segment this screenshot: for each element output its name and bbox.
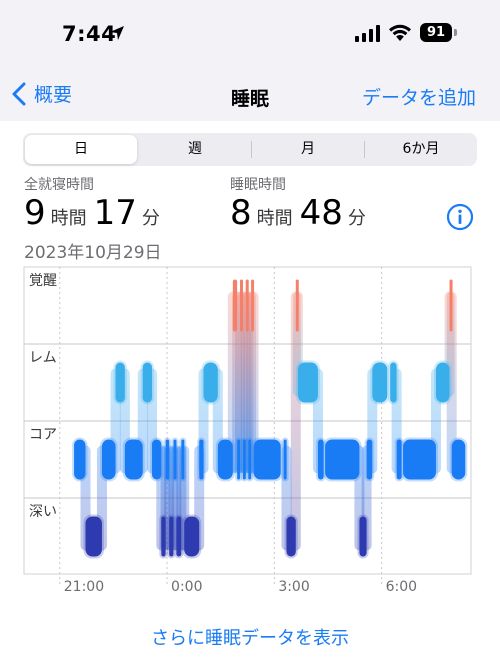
sleep-stage-bar [232, 279, 238, 332]
in-bed-value: 9 時間 17 分 [24, 193, 167, 233]
segment-day[interactable]: 日 [25, 135, 137, 164]
sleep-stage-bar [101, 439, 116, 480]
sleep-stage-bar [295, 279, 299, 332]
in-bed-label: 全就寝時間 [24, 177, 94, 193]
x-tick-label: 0:00 [171, 579, 202, 595]
sleep-stage-bar [317, 439, 324, 480]
sleep-stage-bar [390, 362, 397, 403]
sleep-stage-bar [396, 439, 402, 480]
sleep-stage-bar [242, 439, 246, 480]
sleep-stage-bar [199, 439, 204, 480]
sleep-stage-bar [283, 439, 287, 480]
wifi-icon [389, 24, 411, 41]
location-arrow-icon [110, 26, 124, 40]
in-bed-minutes-unit: 分 [141, 208, 160, 229]
asleep-value: 8 時間 48 分 [230, 193, 373, 233]
sleep-stage-chart: 21:00 0:00 3:00 6:00 覚醒レムコア深い [0, 262, 500, 602]
x-tick-label: 6:00 [386, 579, 417, 595]
cellular-signal-icon [355, 25, 380, 42]
asleep-hours: 8 [230, 193, 252, 233]
asleep-label: 睡眠時間 [230, 177, 286, 193]
sleep-stage-bar [359, 516, 367, 557]
sleep-stage-bar [176, 516, 182, 557]
chart-date: 2023年10月29日 [24, 243, 162, 263]
sleep-stage-bar [372, 362, 388, 403]
sleep-stage-bar [435, 362, 450, 403]
battery-icon: 91 [420, 23, 452, 42]
sleep-stage-bar [152, 439, 162, 480]
sleep-stage-bar [237, 439, 241, 480]
asleep-minutes: 48 [299, 193, 343, 233]
battery-level: 91 [426, 25, 446, 40]
sleep-stage-bar [203, 362, 218, 403]
sleep-stage-bar [184, 516, 200, 557]
sleep-stage-bar [248, 439, 252, 480]
sleep-stage-bar [366, 439, 373, 480]
asleep-hours-unit: 時間 [256, 208, 293, 229]
sleep-stage-bar [325, 439, 360, 480]
segment-month[interactable]: 月 [252, 133, 364, 166]
in-bed-hours-unit: 時間 [50, 208, 87, 229]
sleep-stage-bar [451, 439, 466, 480]
sleep-stage-bar [74, 439, 86, 480]
sleep-stage-bar [165, 439, 170, 480]
sleep-stage-bar [286, 516, 296, 557]
sleep-stage-bar [297, 362, 318, 403]
stage-label: 覚醒 [29, 273, 57, 289]
sleep-stage-bar [124, 439, 143, 480]
sleep-stage-bar [142, 362, 153, 403]
battery-tip [454, 29, 457, 36]
sleep-stage-bar [403, 439, 436, 480]
sleep-stage-bar [161, 516, 166, 557]
stage-label: コア [29, 427, 57, 443]
show-more-sleep-data-link[interactable]: さらに睡眠データを表示 [0, 624, 500, 650]
sleep-stage-chart-svg: 21:00 0:00 3:00 6:00 覚醒レムコア深い [23, 266, 472, 595]
in-bed-hours: 9 [24, 193, 46, 233]
x-tick-label: 21:00 [64, 579, 104, 595]
add-data-button[interactable]: データを追加 [362, 83, 476, 110]
stage-label: 深い [29, 504, 57, 520]
sleep-stage-bar [181, 439, 185, 480]
in-bed-minutes: 17 [93, 193, 137, 233]
sleep-stage-bar [245, 279, 249, 332]
segment-6-months[interactable]: 6か月 [365, 133, 477, 166]
sleep-stage-bar [85, 516, 102, 557]
sleep-stage-bar [217, 439, 233, 480]
segment-week[interactable]: 週 [139, 133, 251, 166]
sleep-stage-bar [253, 439, 281, 480]
asleep-minutes-unit: 分 [347, 208, 366, 229]
info-icon[interactable] [446, 203, 474, 231]
period-segmented-control: 日 週 月 6か月 [23, 133, 477, 166]
sleep-stage-bar [115, 362, 125, 403]
stage-label: レム [29, 350, 57, 366]
sleep-stage-bar [169, 516, 174, 557]
sleep-stage-bar [251, 279, 255, 332]
x-tick-label: 3:00 [278, 579, 309, 595]
sleep-stage-bar [449, 279, 453, 332]
sleep-stage-bar [173, 439, 177, 480]
sleep-stage-bar [239, 279, 243, 332]
